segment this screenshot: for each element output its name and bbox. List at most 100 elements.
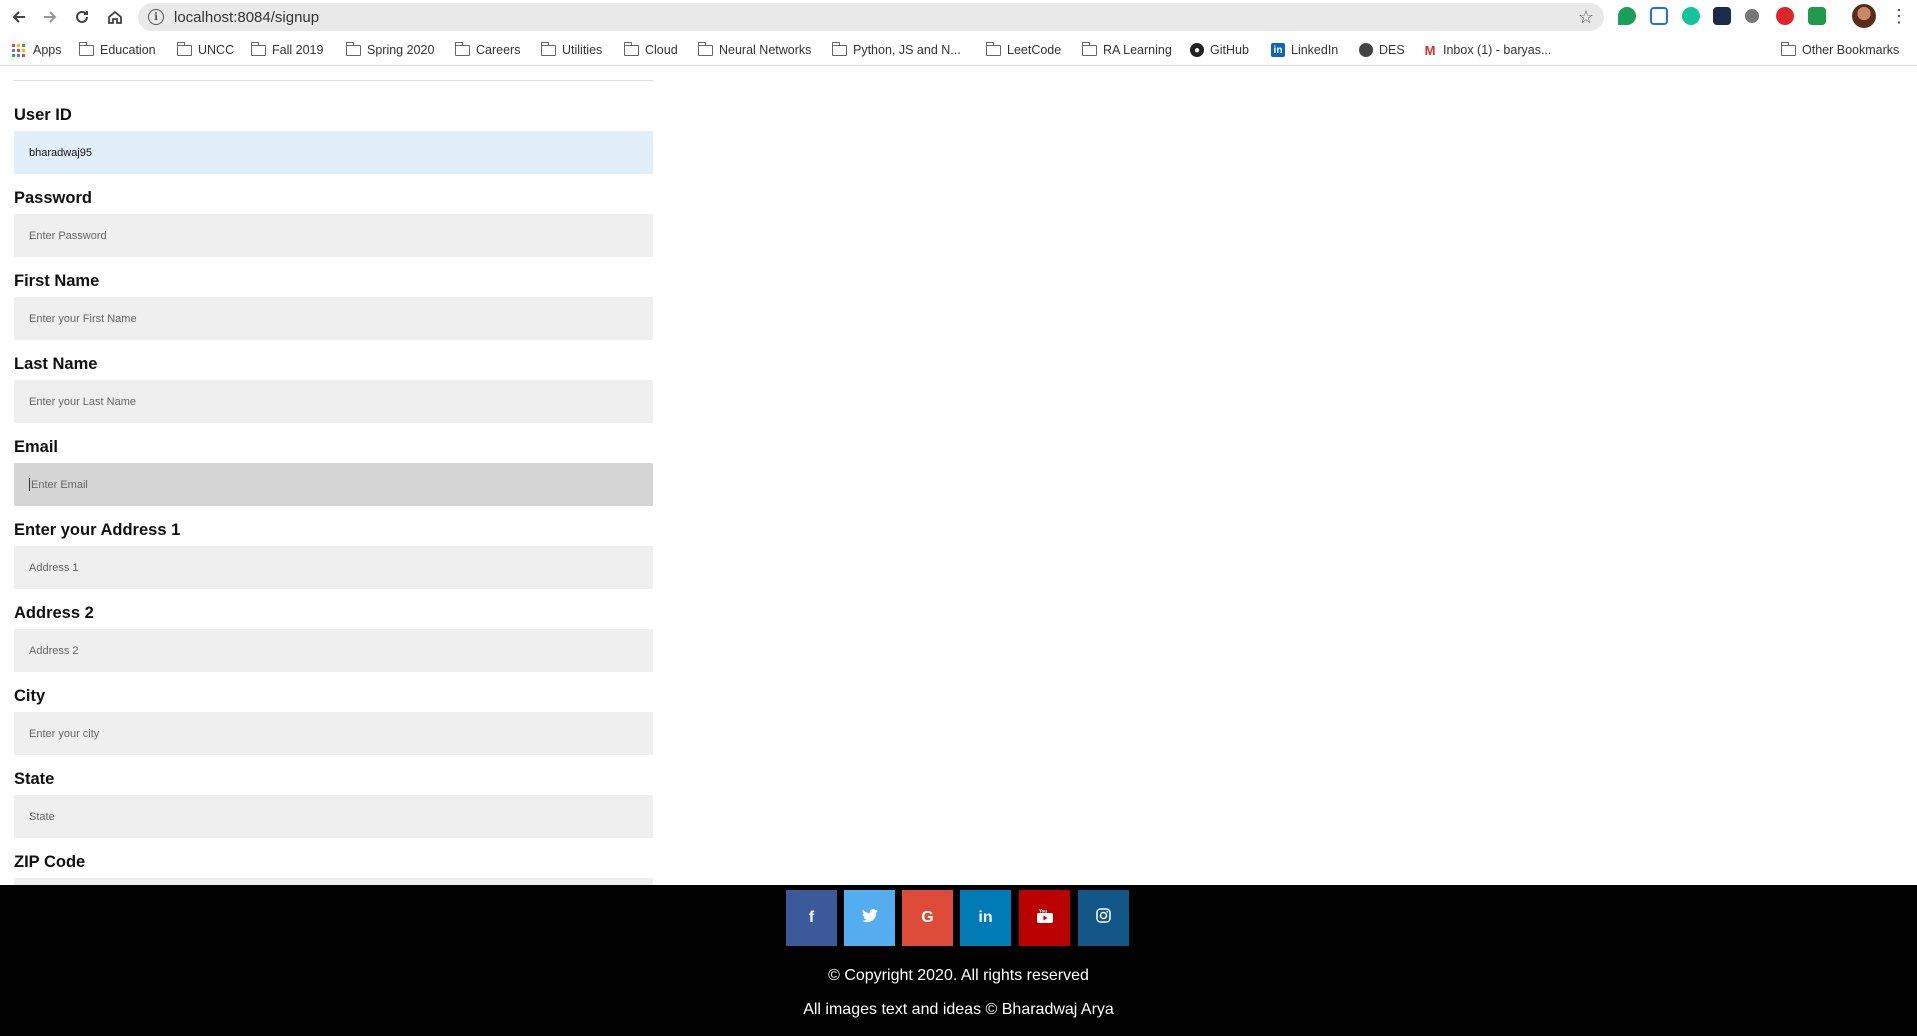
folder-icon — [541, 41, 556, 56]
city-label: City — [14, 687, 46, 705]
bookmark-careers[interactable]: Careers — [455, 41, 520, 58]
google-icon: G — [921, 909, 934, 926]
facebook-button[interactable]: f — [786, 890, 837, 946]
address2-field: Address 2 Address 2 — [14, 603, 653, 672]
bookmark-linkedin[interactable]: in LinkedIn — [1271, 42, 1338, 58]
city-input[interactable]: Enter your city — [14, 712, 653, 755]
linkedin-icon: in — [978, 909, 993, 926]
credit-text: All images text and ideas © Bharadwaj Ar… — [803, 1001, 1114, 1018]
forward-icon[interactable] — [35, 2, 65, 32]
url-text[interactable]: localhost:8084/signup — [174, 9, 319, 26]
bookmark-cloud[interactable]: Cloud — [624, 41, 678, 58]
extension-check-icon[interactable] — [1808, 7, 1826, 25]
address1-field: Enter your Address 1 Address 1 — [14, 520, 653, 589]
address2-input[interactable]: Address 2 — [14, 629, 653, 672]
bookmark-star-icon[interactable]: ☆ — [1578, 7, 1594, 28]
bookmark-leetcode[interactable]: LeetCode — [986, 41, 1061, 58]
svg-text:You: You — [1038, 909, 1047, 914]
bookmark-neural-networks[interactable]: Neural Networks — [698, 41, 811, 58]
bookmark-ra-learning[interactable]: RA Learning — [1082, 41, 1172, 58]
state-label: State — [14, 770, 55, 788]
last-name-field: Last Name Enter your Last Name — [14, 354, 653, 423]
folder-icon — [1082, 41, 1097, 56]
folder-icon — [624, 41, 639, 56]
bookmarks-bar: Apps Education UNCC Fall 2019 Spring 202… — [0, 34, 1917, 66]
extension-expand-icon[interactable] — [1650, 7, 1668, 25]
linkedin-button[interactable]: in — [960, 890, 1011, 946]
folder-icon — [1781, 41, 1796, 56]
github-icon: ● — [1190, 43, 1204, 57]
gmail-icon: M — [1424, 42, 1436, 58]
folder-icon — [455, 41, 470, 56]
zip-label: ZIP Code — [14, 853, 86, 871]
signup-page: User ID bharadwaj95 Password Enter Passw… — [0, 67, 1917, 885]
user-id-input[interactable]: bharadwaj95 — [14, 131, 653, 174]
bookmark-education[interactable]: Education — [79, 41, 156, 58]
zip-input[interactable] — [14, 878, 653, 885]
first-name-input[interactable]: Enter your First Name — [14, 297, 653, 340]
twitter-button[interactable] — [844, 890, 895, 946]
folder-icon — [177, 41, 192, 56]
grammarly-icon[interactable] — [1682, 7, 1700, 25]
bookmark-uncc[interactable]: UNCC — [177, 41, 234, 58]
first-name-field: First Name Enter your First Name — [14, 271, 653, 340]
user-id-field: User ID bharadwaj95 — [14, 105, 653, 174]
site-info-icon[interactable]: i — [148, 9, 164, 25]
extension-green-icon[interactable] — [1618, 7, 1636, 25]
first-name-label: First Name — [14, 272, 100, 290]
browser-toolbar: i localhost:8084/signup ☆ ⋮ — [0, 0, 1917, 34]
youtube-icon: You — [1036, 908, 1053, 928]
address2-label: Address 2 — [14, 604, 94, 622]
user-id-label: User ID — [14, 106, 72, 124]
back-icon[interactable] — [4, 2, 34, 32]
bookmark-inbox[interactable]: M Inbox (1) - baryas... — [1423, 42, 1552, 58]
folder-icon — [251, 41, 266, 56]
extension-dark-icon[interactable] — [1713, 7, 1731, 25]
apps-grid-icon — [12, 43, 25, 57]
password-input[interactable]: Enter Password — [14, 214, 653, 257]
bookmark-spring-2020[interactable]: Spring 2020 — [346, 41, 434, 58]
address1-label: Enter your Address 1 — [14, 521, 181, 539]
copyright-text: © Copyright 2020. All rights reserved — [828, 967, 1089, 984]
password-label: Password — [14, 189, 92, 207]
email-label: Email — [14, 438, 59, 456]
password-field: Password Enter Password — [14, 188, 653, 257]
email-field: Email Enter Email — [14, 437, 653, 506]
state-field: State State — [14, 769, 653, 838]
profile-avatar[interactable] — [1852, 4, 1876, 28]
bookmark-apps[interactable]: Apps — [12, 42, 62, 58]
bookmark-utilities[interactable]: Utilities — [541, 41, 602, 58]
reload-icon[interactable] — [67, 2, 97, 32]
bookmark-other[interactable]: Other Bookmarks — [1781, 41, 1899, 58]
city-field: City Enter your city — [14, 686, 653, 755]
bookmark-github[interactable]: ● GitHub — [1190, 42, 1249, 58]
last-name-label: Last Name — [14, 355, 98, 373]
divider — [14, 80, 653, 81]
state-input[interactable]: State — [14, 795, 653, 838]
folder-icon — [986, 41, 1001, 56]
folder-icon — [832, 41, 847, 56]
text-caret — [29, 478, 30, 491]
footer: f G in You © Copyright 2020. All rights … — [0, 885, 1917, 1036]
folder-icon — [346, 41, 361, 56]
folder-icon — [698, 41, 713, 56]
email-input[interactable]: Enter Email — [14, 463, 653, 506]
address-bar[interactable]: i localhost:8084/signup ☆ — [138, 3, 1604, 31]
extension-circle-icon[interactable] — [1745, 9, 1759, 23]
globe-icon — [1359, 43, 1373, 57]
home-icon[interactable] — [100, 2, 130, 32]
google-button[interactable]: G — [902, 890, 953, 946]
extension-red-icon[interactable] — [1776, 7, 1794, 25]
zip-field: ZIP Code — [14, 852, 653, 885]
facebook-icon: f — [808, 909, 815, 926]
bookmark-des[interactable]: DES — [1359, 42, 1405, 58]
browser-menu-icon[interactable]: ⋮ — [1890, 5, 1908, 27]
address1-input[interactable]: Address 1 — [14, 546, 653, 589]
bookmark-fall-2019[interactable]: Fall 2019 — [251, 41, 323, 58]
bookmark-python-js[interactable]: Python, JS and N... — [832, 41, 961, 58]
youtube-button[interactable]: You — [1019, 890, 1070, 946]
last-name-input[interactable]: Enter your Last Name — [14, 380, 653, 423]
instagram-button[interactable] — [1078, 890, 1129, 946]
linkedin-icon: in — [1271, 43, 1285, 57]
folder-icon — [79, 41, 94, 56]
